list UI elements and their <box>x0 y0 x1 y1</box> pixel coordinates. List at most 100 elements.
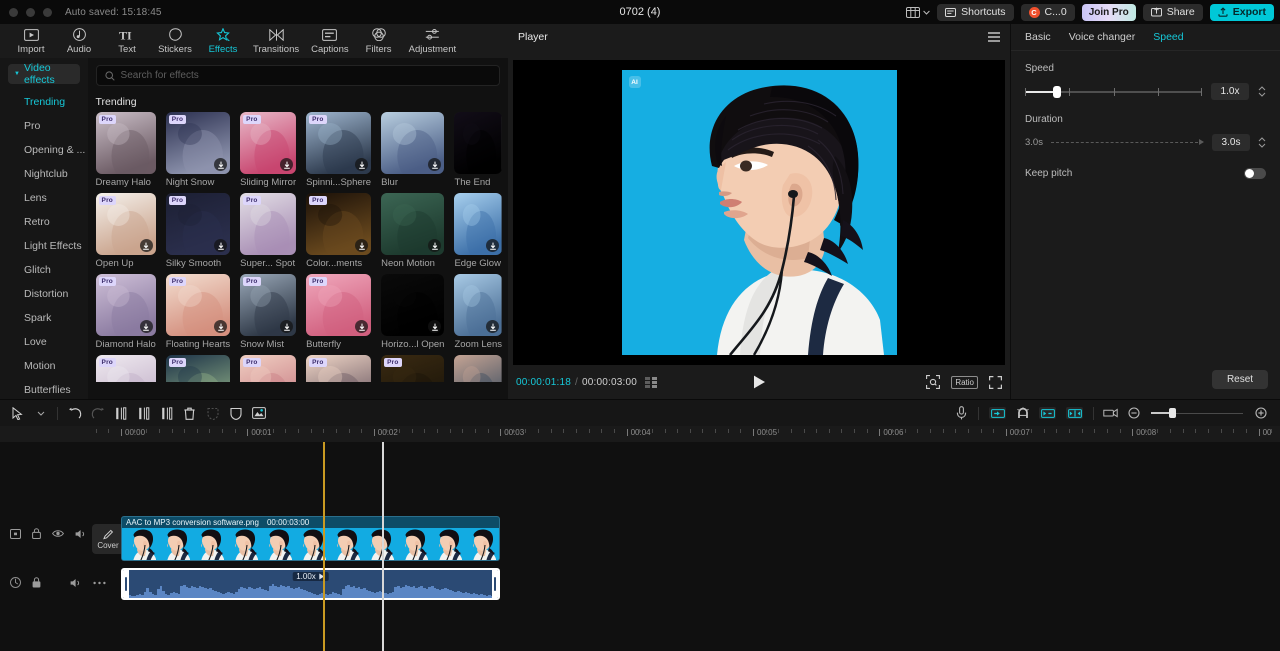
speed-slider-handle[interactable] <box>1053 86 1061 98</box>
redo-button[interactable] <box>86 402 109 425</box>
shortcuts-button[interactable]: Shortcuts <box>937 4 1013 21</box>
minimize-window-button[interactable] <box>26 8 35 17</box>
maximize-window-button[interactable] <box>43 8 52 17</box>
nav-tab-effects[interactable]: Effects <box>200 25 246 57</box>
crop-zoom-icon[interactable] <box>926 375 940 389</box>
credits-button[interactable]: C C...0 <box>1021 4 1075 21</box>
auto-cutout-button[interactable] <box>247 402 270 425</box>
download-icon[interactable] <box>486 239 499 252</box>
effect-thumbnail[interactable]: Pro <box>306 193 371 255</box>
effect-card[interactable]: ProColor...ments <box>306 193 371 269</box>
record-voiceover-button[interactable] <box>950 402 973 425</box>
effect-card[interactable] <box>454 355 502 382</box>
effect-thumbnail[interactable]: Pro <box>240 193 296 255</box>
ratio-button[interactable]: Ratio <box>951 376 978 389</box>
effect-card[interactable]: Pro <box>96 355 156 382</box>
download-icon[interactable] <box>355 158 368 171</box>
lock-icon[interactable] <box>32 577 41 588</box>
duration-value-input[interactable]: 3.0s <box>1212 134 1250 151</box>
keyframe-split-button[interactable] <box>1066 407 1083 419</box>
effect-thumbnail[interactable] <box>454 112 502 174</box>
download-icon[interactable] <box>355 239 368 252</box>
effect-thumbnail[interactable]: Pro <box>381 355 444 382</box>
snap-magnet-button[interactable] <box>1011 402 1034 425</box>
audio-trim-handle-right[interactable] <box>492 570 498 598</box>
category-item-butterflies[interactable]: Butterflies <box>0 378 88 399</box>
freeze-button[interactable] <box>201 402 224 425</box>
keyframe-out-button[interactable] <box>1039 407 1056 419</box>
mute-icon[interactable] <box>75 529 87 539</box>
effect-card[interactable]: ProSliding Mirror <box>240 112 296 188</box>
effect-thumbnail[interactable]: Pro <box>306 112 371 174</box>
download-icon[interactable] <box>355 320 368 333</box>
video-clip[interactable]: AAC to MP3 conversion software.png 00:00… <box>121 516 500 561</box>
export-button[interactable]: Export <box>1210 4 1274 21</box>
lock-icon[interactable] <box>32 528 41 539</box>
nav-tab-import[interactable]: Import <box>8 25 54 57</box>
tool-dropdown[interactable] <box>29 402 52 425</box>
fit-timeline-button[interactable] <box>1099 402 1122 425</box>
effect-thumbnail[interactable] <box>381 274 444 336</box>
zoom-out-button[interactable] <box>1122 402 1145 425</box>
effect-thumbnail[interactable] <box>381 193 444 255</box>
play-icon[interactable] <box>753 375 766 389</box>
timeline-zoom-slider[interactable] <box>1151 407 1243 419</box>
close-window-button[interactable] <box>9 8 18 17</box>
category-item-love[interactable]: Love <box>0 330 88 354</box>
duration-stepper[interactable] <box>1258 137 1266 148</box>
effect-thumbnail[interactable]: Pro <box>166 274 230 336</box>
properties-tab-voice-changer[interactable]: Voice changer <box>1069 31 1136 43</box>
speed-stepper[interactable] <box>1258 86 1266 97</box>
cover-button[interactable]: Cover <box>92 524 124 554</box>
category-item-retro[interactable]: Retro <box>0 210 88 234</box>
category-item-nightclub[interactable]: Nightclub <box>0 162 88 186</box>
effect-card[interactable]: Blur <box>381 112 444 188</box>
effect-thumbnail[interactable] <box>454 355 502 382</box>
mute-icon[interactable] <box>70 578 82 588</box>
effect-thumbnail[interactable] <box>381 112 444 174</box>
effect-thumbnail[interactable]: Pro <box>96 193 156 255</box>
effect-card[interactable]: ProSuper... Spot <box>240 193 296 269</box>
preview-frame[interactable]: AI <box>622 70 897 355</box>
category-item-trending[interactable]: Trending <box>0 90 88 114</box>
join-pro-button[interactable]: Join Pro <box>1082 4 1136 21</box>
effect-thumbnail[interactable]: Pro <box>166 112 230 174</box>
effect-card[interactable]: ProOpen Up <box>96 193 156 269</box>
nav-tab-audio[interactable]: Audio <box>56 25 102 57</box>
effect-card[interactable]: ProNight Snow <box>166 112 230 188</box>
effect-card[interactable]: ProDiamond Halo <box>96 274 156 350</box>
effect-card[interactable]: Neon Motion <box>381 193 444 269</box>
speed-value-input[interactable]: 1.0x <box>1211 83 1249 100</box>
effect-card[interactable]: ProFloating Hearts <box>166 274 230 350</box>
category-item-pro[interactable]: Pro <box>0 114 88 138</box>
zoom-in-button[interactable] <box>1249 402 1272 425</box>
category-item-opening[interactable]: Opening & ... <box>0 138 88 162</box>
keep-pitch-toggle[interactable] <box>1244 168 1266 179</box>
undo-button[interactable] <box>63 402 86 425</box>
effect-thumbnail[interactable]: Pro <box>240 112 296 174</box>
effect-card[interactable]: Pro <box>240 355 296 382</box>
category-item-distortion[interactable]: Distortion <box>0 282 88 306</box>
search-effects-bar[interactable] <box>96 65 500 86</box>
split-button[interactable] <box>109 402 132 425</box>
effect-card[interactable]: The End <box>454 112 502 188</box>
window-controls[interactable]: Auto saved: 15:18:45 <box>0 7 162 18</box>
effect-thumbnail[interactable] <box>454 193 502 255</box>
keyframe-in-button[interactable] <box>989 407 1006 419</box>
hamburger-icon[interactable] <box>988 32 1000 42</box>
properties-tab-speed[interactable]: Speed <box>1153 31 1183 43</box>
effect-thumbnail[interactable]: Pro <box>306 274 371 336</box>
frames-icon[interactable] <box>645 377 659 388</box>
duration-dashed-track[interactable] <box>1051 138 1204 148</box>
category-item-glitch[interactable]: Glitch <box>0 258 88 282</box>
effect-card[interactable]: Pro <box>166 355 230 382</box>
effect-card[interactable]: ProDreamy Halo <box>96 112 156 188</box>
effect-thumbnail[interactable]: Pro <box>240 355 296 382</box>
eye-icon[interactable] <box>52 529 64 538</box>
search-input[interactable] <box>121 70 491 81</box>
category-item-spark[interactable]: Spark <box>0 306 88 330</box>
download-icon[interactable] <box>140 239 153 252</box>
effect-card[interactable]: ProSilky Smooth <box>166 193 230 269</box>
delete-button[interactable] <box>178 402 201 425</box>
nav-tab-captions[interactable]: Captions <box>306 25 354 57</box>
